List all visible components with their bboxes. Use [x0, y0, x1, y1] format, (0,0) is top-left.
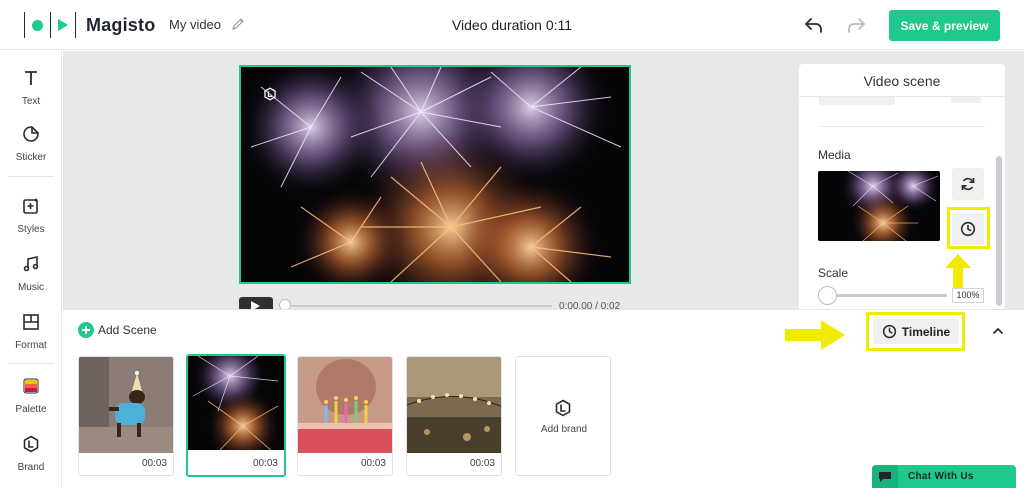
- birthday-cake-image: [298, 357, 392, 453]
- scene-duration: 00:03: [141, 458, 167, 469]
- sidebar-label: Music: [17, 282, 45, 293]
- scene-card-1[interactable]: 00:03: [78, 356, 174, 476]
- sidebar-label: Styles: [17, 224, 45, 235]
- sidebar-label: Format: [15, 340, 47, 351]
- fireworks-scene-image: [188, 356, 284, 450]
- scene-card-2[interactable]: 00:03: [186, 354, 286, 477]
- sidebar-item-brand[interactable]: Brand: [0, 435, 62, 475]
- sidebar-label: Text: [21, 96, 41, 107]
- palette-icon: [23, 378, 39, 394]
- sidebar-item-sticker[interactable]: Sticker: [0, 125, 62, 165]
- scene-duration: 00:03: [469, 458, 495, 469]
- scale-slider[interactable]: [827, 294, 947, 297]
- save-preview-button[interactable]: Save & preview: [889, 10, 1000, 41]
- highlight-box: [866, 312, 965, 351]
- panel-scrollbar[interactable]: [996, 156, 1002, 306]
- add-scene-button[interactable]: Add Scene: [78, 322, 157, 338]
- scale-value[interactable]: 100%: [952, 288, 984, 303]
- pencil-icon[interactable]: [230, 16, 246, 32]
- plus-icon: [78, 322, 94, 338]
- sidebar-divider: [8, 176, 54, 177]
- string-lights-image: [407, 357, 501, 453]
- brand-name: Magisto: [86, 14, 156, 35]
- scene-card-3[interactable]: 00:03: [297, 356, 393, 476]
- panel-title: Video scene: [863, 73, 941, 89]
- chat-bubble-icon: [872, 465, 898, 488]
- sidebar-item-styles[interactable]: Styles: [0, 197, 62, 237]
- sidebar-item-music[interactable]: Music: [0, 255, 62, 295]
- logo-mark-icon: [20, 11, 80, 39]
- sidebar-label: Sticker: [15, 152, 47, 163]
- scene-thumbnail: [298, 357, 392, 453]
- scene-thumbnail: [188, 356, 284, 450]
- panel-divider: [819, 126, 985, 127]
- sticker-icon: [23, 126, 39, 142]
- format-icon: [23, 314, 39, 330]
- undo-icon[interactable]: [802, 13, 826, 37]
- scene-thumbnail: [407, 357, 501, 453]
- playback-scrubber[interactable]: [284, 305, 552, 307]
- dog-party-image: [79, 357, 173, 453]
- sidebar-label: Brand: [17, 462, 45, 473]
- scale-slider-handle[interactable]: [818, 286, 837, 305]
- brand-icon: [23, 435, 39, 453]
- panel-tab[interactable]: [819, 97, 895, 105]
- sidebar-divider: [8, 363, 54, 364]
- music-icon: [23, 256, 39, 272]
- chevron-up-icon[interactable]: [990, 323, 1006, 339]
- top-bar: Magisto My video Video duration 0:11 Sav…: [0, 0, 1024, 50]
- brand-watermark-icon: [264, 87, 276, 101]
- replace-media-button[interactable]: [952, 168, 984, 200]
- left-sidebar: Text Sticker Styles Music Format Palette…: [0, 51, 62, 488]
- chat-widget-button[interactable]: Chat With Us: [872, 465, 1016, 488]
- right-arrow-annotation-icon: [785, 320, 845, 350]
- fireworks-thumbnail-image: [818, 171, 940, 241]
- video-preview[interactable]: [239, 65, 631, 284]
- styles-icon: [23, 198, 39, 214]
- add-scene-label: Add Scene: [98, 323, 157, 337]
- scene-thumbnail: [79, 357, 173, 453]
- sidebar-item-format[interactable]: Format: [0, 313, 62, 353]
- chat-label: Chat With Us: [908, 471, 974, 482]
- fireworks-preview-image: [241, 67, 629, 282]
- project-name[interactable]: My video: [169, 17, 221, 32]
- scale-label: Scale: [818, 266, 849, 280]
- redo-icon[interactable]: [844, 13, 868, 37]
- add-brand-card[interactable]: Add brand: [515, 356, 611, 476]
- text-icon: [25, 71, 37, 85]
- scene-card-4[interactable]: 00:03: [406, 356, 502, 476]
- media-thumbnail[interactable]: [818, 171, 940, 241]
- highlight-box: [947, 207, 990, 249]
- panel-tab[interactable]: [951, 97, 981, 103]
- up-arrow-annotation-icon: [945, 254, 971, 288]
- magisto-logo[interactable]: Magisto: [20, 11, 155, 39]
- sidebar-label: Palette: [15, 404, 47, 415]
- scene-duration: 00:03: [252, 458, 278, 469]
- video-scene-panel: Video scene Media Scale 100%: [799, 64, 1005, 309]
- refresh-icon: [961, 177, 975, 191]
- add-brand-label: Add brand: [540, 424, 588, 435]
- scene-duration: 00:03: [360, 458, 386, 469]
- brand-icon: [555, 399, 571, 417]
- sidebar-item-text[interactable]: Text: [0, 69, 62, 109]
- sidebar-item-palette[interactable]: Palette: [0, 377, 62, 417]
- media-label: Media: [818, 148, 851, 162]
